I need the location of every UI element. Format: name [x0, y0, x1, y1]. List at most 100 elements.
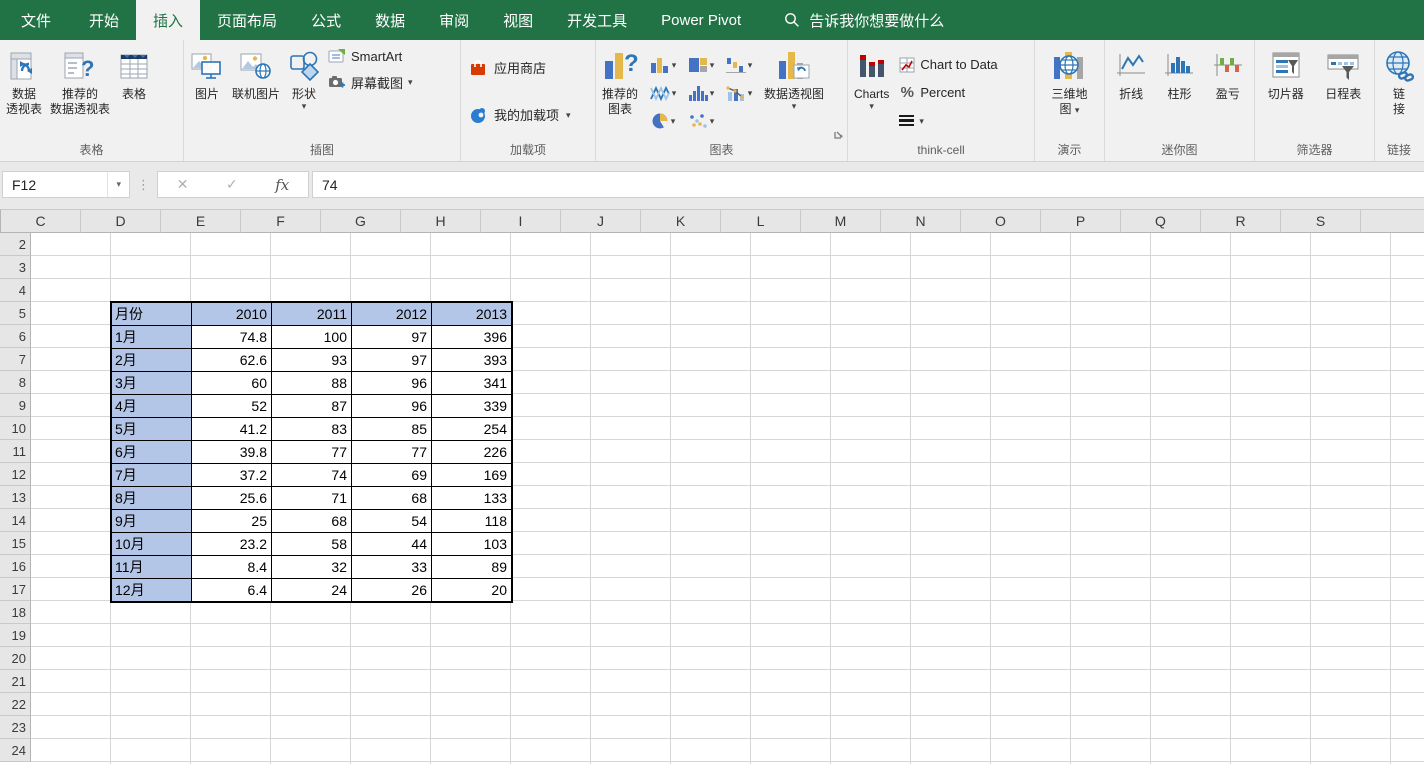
pivot-table-button[interactable]: 数据 透视表 — [2, 43, 46, 142]
column-header-partial[interactable] — [1361, 210, 1424, 233]
cell[interactable]: 23.2 — [192, 533, 272, 556]
cell[interactable]: 71 — [272, 487, 352, 510]
cell[interactable]: 88 — [272, 372, 352, 395]
cell[interactable]: 24 — [272, 579, 352, 602]
insert-column-chart-button[interactable]: ▾ — [644, 51, 682, 79]
cell[interactable]: 96 — [352, 395, 432, 418]
insert-line-chart-button[interactable]: ▾ — [644, 79, 682, 107]
row-header-15[interactable]: 15 — [0, 532, 31, 555]
cell[interactable]: 26 — [352, 579, 432, 602]
cell[interactable]: 60 — [192, 372, 272, 395]
column-header-L[interactable]: L — [721, 210, 801, 233]
row-header-16[interactable]: 16 — [0, 555, 31, 578]
name-box[interactable]: F12 ▾ — [2, 171, 130, 198]
cell[interactable]: 3月 — [112, 372, 192, 395]
cell[interactable]: 2012 — [352, 303, 432, 326]
cell[interactable]: 2011 — [272, 303, 352, 326]
cell[interactable]: 226 — [432, 441, 512, 464]
cell[interactable]: 52 — [192, 395, 272, 418]
cell[interactable]: 169 — [432, 464, 512, 487]
cell[interactable]: 68 — [272, 510, 352, 533]
row-header-9[interactable]: 9 — [0, 394, 31, 417]
cell[interactable]: 133 — [432, 487, 512, 510]
formula-bar-resize-handle[interactable]: ⋮ — [130, 177, 157, 193]
row-header-20[interactable]: 20 — [0, 647, 31, 670]
insert-hierarchy-chart-button[interactable]: ▾ — [682, 51, 720, 79]
thinkcell-menu-button[interactable]: ▾ — [899, 110, 997, 132]
row-header-18[interactable]: 18 — [0, 601, 31, 624]
insert-function-icon[interactable]: fx — [275, 176, 289, 194]
tab-page-layout[interactable]: 页面布局 — [200, 0, 294, 40]
sparkline-line-button[interactable]: 折线 — [1112, 43, 1150, 142]
row-header-13[interactable]: 13 — [0, 486, 31, 509]
tab-data[interactable]: 数据 — [358, 0, 422, 40]
cell[interactable]: 7月 — [112, 464, 192, 487]
sparkline-winloss-button[interactable]: 盈亏 — [1209, 43, 1247, 142]
column-header-M[interactable]: M — [801, 210, 881, 233]
cell[interactable]: 100 — [272, 326, 352, 349]
cell[interactable]: 39.8 — [192, 441, 272, 464]
cell[interactable]: 341 — [432, 372, 512, 395]
cell[interactable]: 6月 — [112, 441, 192, 464]
column-header-D[interactable]: D — [81, 210, 161, 233]
cancel-icon[interactable]: ✕ — [177, 176, 189, 193]
column-header-F[interactable]: F — [241, 210, 321, 233]
row-header-10[interactable]: 10 — [0, 417, 31, 440]
column-header-Q[interactable]: Q — [1121, 210, 1201, 233]
cell[interactable]: 10月 — [112, 533, 192, 556]
column-header-G[interactable]: G — [321, 210, 401, 233]
tab-formulas[interactable]: 公式 — [294, 0, 358, 40]
cell[interactable]: 20 — [432, 579, 512, 602]
cell[interactable]: 89 — [432, 556, 512, 579]
store-button[interactable]: 应用商店 — [469, 58, 587, 77]
cell[interactable]: 77 — [272, 441, 352, 464]
link-button[interactable]: 链 接 — [1378, 43, 1420, 142]
row-header-5[interactable]: 5 — [0, 302, 31, 325]
cell[interactable]: 25 — [192, 510, 272, 533]
cell[interactable]: 2月 — [112, 349, 192, 372]
tab-developer[interactable]: 开发工具 — [550, 0, 644, 40]
percent-button[interactable]: % Percent — [899, 82, 997, 104]
select-all-button[interactable] — [0, 210, 1, 233]
cell[interactable]: 58 — [272, 533, 352, 556]
cell[interactable]: 87 — [272, 395, 352, 418]
row-header-24[interactable]: 24 — [0, 739, 31, 762]
my-addins-button[interactable]: 我的加载项 ▾ — [469, 105, 587, 124]
cell[interactable]: 11月 — [112, 556, 192, 579]
cell[interactable]: 41.2 — [192, 418, 272, 441]
insert-pie-chart-button[interactable]: ▾ — [644, 107, 682, 135]
charts-dialog-launcher-icon[interactable] — [833, 128, 845, 140]
table-button[interactable]: 表格 — [114, 43, 154, 142]
insert-scatter-chart-button[interactable]: ▾ — [682, 107, 720, 135]
cell[interactable]: 93 — [272, 349, 352, 372]
insert-combo-chart-button[interactable]: ▾ — [720, 79, 758, 107]
row-header-14[interactable]: 14 — [0, 509, 31, 532]
cell[interactable]: 85 — [352, 418, 432, 441]
cell[interactable]: 44 — [352, 533, 432, 556]
cell[interactable]: 97 — [352, 326, 432, 349]
cell[interactable]: 118 — [432, 510, 512, 533]
pivot-chart-button[interactable]: 数据透视图 ▾ — [760, 43, 828, 142]
cell[interactable]: 2010 — [192, 303, 272, 326]
slicer-button[interactable]: 切片器 — [1264, 43, 1308, 142]
tab-review[interactable]: 审阅 — [422, 0, 486, 40]
row-header-23[interactable]: 23 — [0, 716, 31, 739]
insert-statistic-chart-button[interactable]: ▾ — [682, 79, 720, 107]
pictures-button[interactable]: 图片 — [186, 43, 228, 142]
row-header-17[interactable]: 17 — [0, 578, 31, 601]
row-header-8[interactable]: 8 — [0, 371, 31, 394]
column-header-I[interactable]: I — [481, 210, 561, 233]
row-header-2[interactable]: 2 — [0, 233, 31, 256]
cell[interactable]: 月份 — [112, 303, 192, 326]
cell[interactable]: 396 — [432, 326, 512, 349]
cell[interactable]: 32 — [272, 556, 352, 579]
column-header-S[interactable]: S — [1281, 210, 1361, 233]
cell[interactable]: 103 — [432, 533, 512, 556]
column-header-J[interactable]: J — [561, 210, 641, 233]
smartart-button[interactable]: SmartArt — [328, 45, 413, 67]
row-header-11[interactable]: 11 — [0, 440, 31, 463]
online-pictures-button[interactable]: 联机图片 — [228, 43, 284, 142]
cell[interactable]: 33 — [352, 556, 432, 579]
cell[interactable]: 6.4 — [192, 579, 272, 602]
cell[interactable]: 25.6 — [192, 487, 272, 510]
